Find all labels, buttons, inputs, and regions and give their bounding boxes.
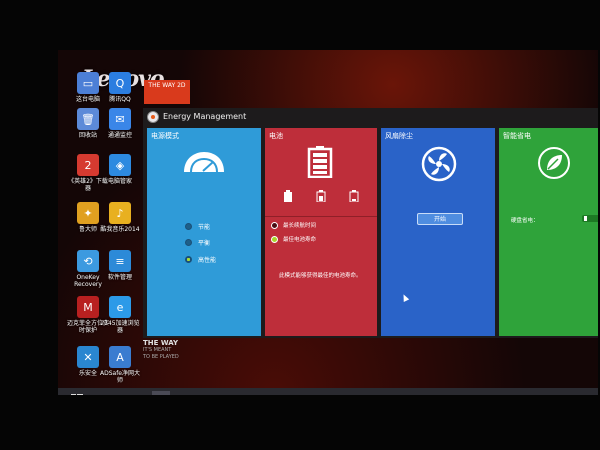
taskbar-explorer-button[interactable]: ⌂ <box>96 391 114 396</box>
disk-saving-toggle[interactable] <box>582 215 598 222</box>
battery-low-icon <box>349 190 359 202</box>
desktop-icon-monitor[interactable]: ✉ 通通监控 <box>98 108 142 139</box>
mcafee-icon: M <box>77 296 99 318</box>
mail-icon: ✉ <box>109 108 131 130</box>
smart-power-panel: 智能省电 硬盘省电： <box>499 128 598 336</box>
taskbar-energy-management-button[interactable]: ◉ <box>152 391 170 395</box>
battery-option-longest-runtime[interactable]: 最长续航时间 <box>271 220 316 230</box>
security-icon: ✕ <box>77 346 99 368</box>
window-titlebar[interactable]: Energy Management <box>143 108 598 126</box>
shield-icon: ◈ <box>109 154 131 176</box>
battery-option-best-life[interactable]: 最佳电池寿命 <box>271 234 316 244</box>
music-icon: ♪ <box>109 202 131 224</box>
adsafe-icon: A <box>109 346 131 368</box>
windows-logo-icon <box>71 394 83 395</box>
speedometer-icon <box>184 152 224 173</box>
store-icon: ▣ <box>128 394 138 396</box>
panel-title: 电源模式 <box>151 132 179 140</box>
power-mode-panel: 电源模式 节能 平衡 高性能 <box>147 128 261 336</box>
battery-icon <box>307 146 333 178</box>
disk-saving-label: 硬盘省电： <box>511 218 539 224</box>
logo-badge: THE WAY 2D <box>144 80 190 104</box>
recycle-bin-icon: 🗑 <box>77 108 99 130</box>
leaf-icon <box>538 147 570 179</box>
recovery-icon: ⟲ <box>77 250 99 272</box>
panel-title: 风扇除尘 <box>385 132 413 140</box>
screen: Lenovo THE WAY 2D ▭ 这台电脑 Q 腾讯QQ 🗑 回收站 ✉ … <box>58 50 598 395</box>
radio-button[interactable] <box>271 221 278 229</box>
power-option-high-performance[interactable]: 高性能 <box>185 253 216 265</box>
home-icon: ⌂ <box>102 394 109 396</box>
browser-icon: e <box>109 296 131 318</box>
start-button[interactable] <box>68 391 86 395</box>
battery-panel: 电池 最长续航时间 最佳电池寿命 此模式能够获得最佳的电池寿命。 <box>265 128 377 336</box>
panel-title: 电池 <box>269 132 283 140</box>
taskbar: ⌂ ▣ ◉ <box>58 388 598 395</box>
computer-icon: ▭ <box>77 72 99 94</box>
energy-management-window: Energy Management 电源模式 节能 平衡 高性能 电池 最长续航… <box>143 108 598 338</box>
energy-management-icon: ◉ <box>156 394 166 396</box>
window-title: Energy Management <box>163 112 247 121</box>
radio-button-selected[interactable] <box>185 255 192 263</box>
divider <box>265 216 377 217</box>
desktop-icon-2345-browser[interactable]: e 2345加速浏览器 <box>98 296 142 334</box>
start-dust-removal-button[interactable]: 开始 <box>417 213 463 225</box>
software-icon: ≡ <box>109 250 131 272</box>
radio-button[interactable] <box>185 238 192 246</box>
battery-half-icon <box>316 190 326 202</box>
desktop-icon-kuwo-music[interactable]: ♪ 酷我音乐2014 <box>98 202 142 233</box>
power-option-save[interactable]: 节能 <box>185 220 210 232</box>
desktop-icon-qq[interactable]: Q 腾讯QQ <box>98 72 142 103</box>
power-option-balanced[interactable]: 平衡 <box>185 236 210 248</box>
battery-mode-description: 此模式能够获得最佳的电池寿命。 <box>279 273 362 279</box>
game-icon: 2 <box>77 154 99 176</box>
nvidia-slogan: THE WAY IT'S MEANT TO BE PLAYED <box>143 339 179 361</box>
fan-icon <box>421 146 457 182</box>
taskbar-store-button[interactable]: ▣ <box>124 391 142 396</box>
fan-dust-panel: 风扇除尘 开始 <box>381 128 495 336</box>
qq-icon: Q <box>109 72 131 94</box>
ludashi-icon: ✦ <box>77 202 99 224</box>
desktop-icon-pc-manager[interactable]: ◈ 电脑管家 <box>98 154 142 185</box>
radio-button-selected[interactable] <box>271 235 278 243</box>
desktop-icon-adsafe[interactable]: A ADSafe净网大师 <box>98 346 142 384</box>
battery-full-icon <box>284 190 292 202</box>
panel-title: 智能省电 <box>503 132 531 140</box>
radio-button[interactable] <box>185 222 192 230</box>
desktop-icon-software-manager[interactable]: ≡ 软件管理 <box>98 250 142 281</box>
energy-management-logo-icon <box>147 111 159 123</box>
